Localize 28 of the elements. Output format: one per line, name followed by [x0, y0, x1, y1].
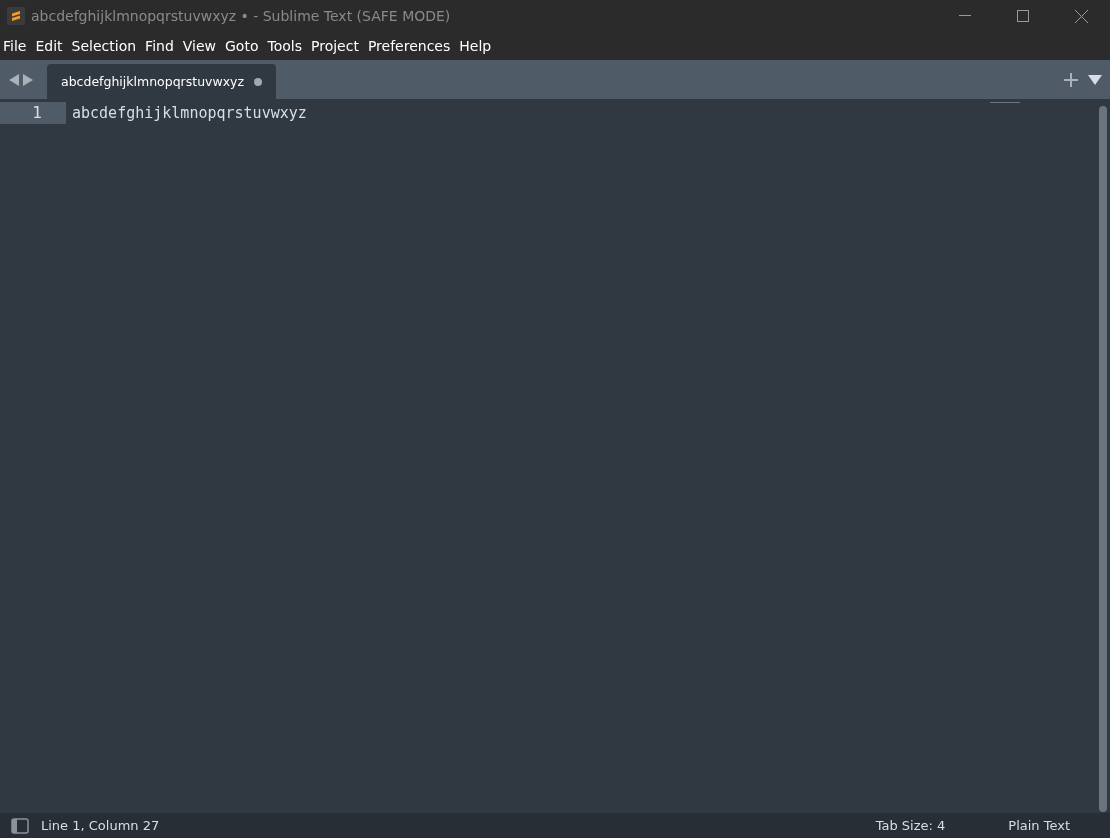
- plus-icon[interactable]: [1064, 72, 1078, 87]
- app-logo-icon: [7, 7, 25, 25]
- line-number: 1: [0, 102, 66, 124]
- dropdown-icon[interactable]: [1088, 74, 1102, 85]
- menu-item[interactable]: Preferences: [364, 38, 457, 54]
- tab-size[interactable]: Tab Size: 4: [875, 818, 946, 833]
- menu-item[interactable]: Find: [142, 38, 180, 54]
- close-icon[interactable]: [1074, 9, 1088, 23]
- menu-item[interactable]: Selection: [68, 38, 143, 54]
- menu-item[interactable]: File: [0, 38, 33, 54]
- menu-item[interactable]: Tools: [264, 38, 308, 54]
- sidebar-toggle-icon[interactable]: [11, 817, 29, 834]
- forward-arrow-icon[interactable]: [23, 73, 33, 86]
- code-line: abcdefghijklmnopqrstuvwxyz: [72, 103, 307, 124]
- menu-item[interactable]: View: [179, 38, 222, 54]
- back-arrow-icon[interactable]: [9, 73, 19, 86]
- file-tab[interactable]: abcdefghijklmnopqrstuvwxyz: [47, 64, 276, 99]
- scrollbar-thumb[interactable]: [1099, 106, 1107, 812]
- window-title: abcdefghijklmnopqrstuvwxyz • - Sublime Text (SAFE MODE): [31, 8, 452, 24]
- minimap-line: [990, 102, 1020, 103]
- menu-item[interactable]: Help: [456, 38, 498, 54]
- menu-item[interactable]: Edit: [32, 38, 69, 54]
- cursor-position: Line 1, Column 27: [41, 818, 160, 833]
- menu-item[interactable]: Goto: [222, 38, 265, 54]
- menu-item[interactable]: Project: [308, 38, 365, 54]
- maximize-icon[interactable]: [1017, 10, 1029, 22]
- minimize-icon[interactable]: [959, 15, 971, 17]
- syntax-mode[interactable]: Plain Text: [1008, 818, 1070, 833]
